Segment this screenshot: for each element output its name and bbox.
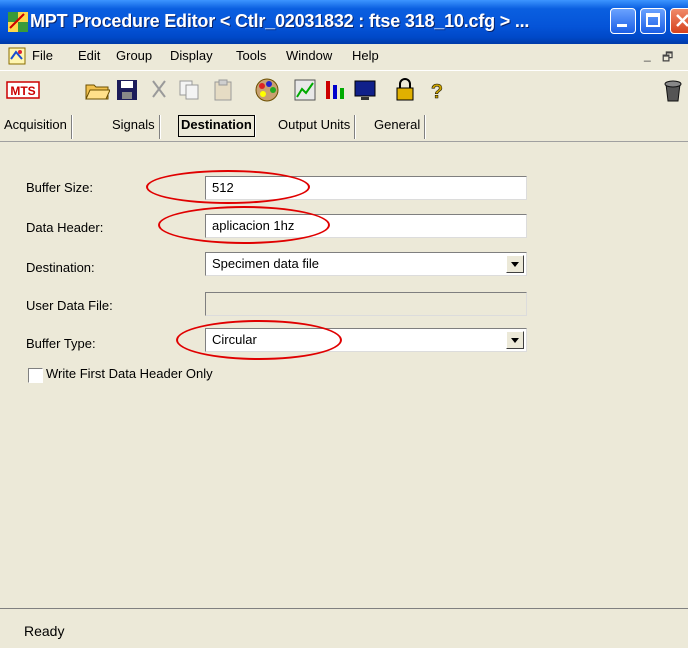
- lock-icon[interactable]: [392, 77, 418, 103]
- monitor-icon[interactable]: [352, 77, 378, 103]
- user-data-file-label: User Data File:: [26, 298, 113, 313]
- tab-general[interactable]: General: [374, 115, 426, 139]
- menu-edit[interactable]: Edit: [78, 48, 100, 63]
- trash-icon[interactable]: [660, 77, 686, 103]
- close-button[interactable]: [670, 8, 688, 34]
- buffer-size-label: Buffer Size:: [26, 180, 93, 195]
- minimize-button[interactable]: [610, 8, 636, 34]
- tab-strip: Acquisition Signals Destination Output U…: [0, 110, 688, 140]
- menu-window[interactable]: Window: [286, 48, 332, 63]
- status-text: Ready: [24, 623, 65, 639]
- menu-bar: File Edit Group Display Tools Window Hel…: [0, 44, 688, 68]
- maximize-button[interactable]: [640, 8, 666, 34]
- document-icon[interactable]: [8, 47, 26, 65]
- svg-text:?: ?: [431, 81, 443, 103]
- tab-output-units[interactable]: Output Units: [278, 115, 356, 139]
- palette-icon[interactable]: [254, 77, 280, 103]
- copy-icon[interactable]: [176, 77, 202, 103]
- signals-icon[interactable]: [322, 77, 348, 103]
- chevron-down-icon[interactable]: [506, 255, 524, 273]
- mts-logo-icon[interactable]: MTS: [6, 77, 40, 103]
- chart-icon[interactable]: [292, 77, 318, 103]
- destination-label: Destination:: [26, 260, 95, 275]
- title-bar[interactable]: MPT Procedure Editor < Ctlr_02031832 : f…: [0, 0, 688, 44]
- mdi-minimize-button[interactable]: _: [644, 48, 651, 62]
- tab-signals[interactable]: Signals: [112, 115, 160, 139]
- menu-group[interactable]: Group: [116, 48, 152, 63]
- menu-help[interactable]: Help: [352, 48, 379, 63]
- minimize-icon: [617, 24, 627, 27]
- menu-file[interactable]: File: [32, 48, 53, 63]
- svg-text:MTS: MTS: [10, 84, 35, 98]
- app-icon: [8, 12, 28, 32]
- help-icon[interactable]: ?: [424, 77, 450, 103]
- close-icon: [676, 14, 688, 27]
- annotation-ellipse: [176, 320, 342, 360]
- window-title: MPT Procedure Editor < Ctlr_02031832 : f…: [30, 11, 530, 31]
- destination-select-value: Specimen data file: [212, 256, 319, 271]
- chevron-down-icon[interactable]: [506, 331, 524, 349]
- buffer-type-label: Buffer Type:: [26, 336, 96, 351]
- procedure-editor-window: MPT Procedure Editor < Ctlr_02031832 : f…: [0, 0, 688, 648]
- annotation-ellipse: [146, 170, 310, 204]
- write-first-header-checkbox[interactable]: [28, 368, 43, 383]
- tab-destination[interactable]: Destination: [178, 115, 255, 137]
- toolbar: MTS ?: [0, 70, 688, 201]
- menu-display[interactable]: Display: [170, 48, 213, 63]
- maximize-icon: [646, 13, 660, 27]
- destination-select[interactable]: Specimen data file: [205, 252, 527, 276]
- mdi-restore-button[interactable]: 🗗: [662, 48, 673, 69]
- save-icon[interactable]: [114, 77, 140, 103]
- open-folder-icon[interactable]: [84, 77, 110, 103]
- data-header-label: Data Header:: [26, 220, 104, 235]
- tab-acquisition[interactable]: Acquisition: [4, 115, 72, 139]
- menu-tools[interactable]: Tools: [236, 48, 266, 63]
- user-data-file-input[interactable]: [205, 292, 527, 316]
- write-first-header-label[interactable]: Write First Data Header Only: [46, 366, 213, 381]
- cut-icon[interactable]: [146, 77, 172, 103]
- annotation-ellipse: [158, 206, 330, 244]
- paste-icon[interactable]: [210, 77, 236, 103]
- status-bar: Ready: [0, 608, 688, 648]
- destination-panel: Buffer Size: 512 Data Header: aplicacion…: [0, 141, 688, 608]
